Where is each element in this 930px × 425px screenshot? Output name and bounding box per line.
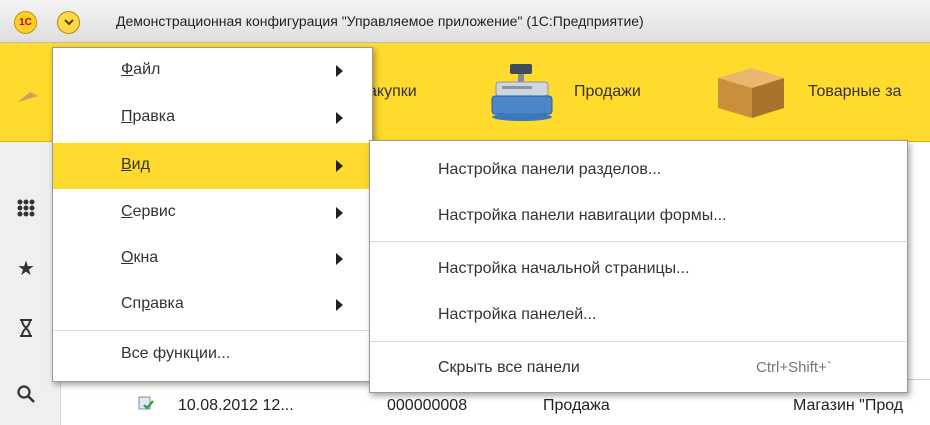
posted-document-icon: [138, 396, 154, 410]
app-logo-icon[interactable]: 1С: [14, 11, 37, 34]
submenu-arrow-icon: [336, 299, 343, 311]
row-operation: Продажа: [543, 397, 610, 414]
row-date: 10.08.2012 12...: [178, 397, 294, 414]
menu-item-help-label: авка: [150, 295, 184, 312]
submenu-arrow-icon: [336, 65, 343, 77]
submenu-separator: [370, 241, 907, 242]
section-label-sales: Продажи: [574, 83, 641, 100]
submenu-item-sections-panel[interactable]: Настройка панели разделов...: [370, 147, 907, 193]
title-bar: 1С Демонстрационная конфигурация "Управл…: [0, 0, 930, 43]
section-stock[interactable]: Товарные за: [712, 43, 901, 141]
main-menu-button[interactable]: [57, 11, 80, 34]
submenu-arrow-icon: [336, 253, 343, 265]
menu-item-service-label: ервис: [132, 203, 176, 220]
row-store: Магазин "Прод: [793, 397, 904, 414]
app-logo-text: 1С: [19, 17, 32, 28]
menu-item-windows-hotkey: О: [121, 249, 134, 266]
menu-item-all-functions-label: Все функции...: [121, 345, 231, 362]
menu-item-service-hotkey: С: [121, 203, 133, 220]
menu-item-edit[interactable]: Правка: [53, 95, 372, 141]
submenu-arrow-icon: [336, 112, 343, 124]
chevron-down-icon: [63, 19, 74, 26]
section-sales[interactable]: Продажи: [488, 43, 641, 141]
submenu-item-label: Настройка панели навигации формы...: [438, 207, 727, 224]
window-title: Демонстрационная конфигурация "Управляем…: [116, 13, 644, 29]
main-menu: Файл Правка Вид Сервис Окна Справка Все …: [52, 47, 373, 382]
purchases-icon: [18, 92, 38, 102]
menu-item-view-label: ид: [131, 156, 150, 173]
menu-item-view[interactable]: Вид: [53, 143, 372, 189]
menu-item-file[interactable]: Файл: [53, 48, 372, 94]
menu-item-file-hotkey: Ф: [121, 61, 134, 78]
menu-item-help-hotkey: р: [141, 295, 151, 312]
menu-item-service[interactable]: Сервис: [53, 190, 372, 236]
box-icon: [718, 68, 784, 118]
table-row[interactable]: 10.08.2012 12... 000000008 Продажа Магаз…: [100, 391, 930, 425]
submenu-item-label: Настройка панели разделов...: [438, 161, 662, 178]
submenu-item-hide-all-panels[interactable]: Скрыть все панели Ctrl+Shift+`: [370, 345, 907, 391]
search-icon[interactable]: [14, 382, 38, 406]
row-number: 000000008: [387, 397, 468, 414]
star-icon[interactable]: ★: [14, 256, 38, 280]
menu-item-edit-label: равка: [132, 108, 176, 125]
menu-item-help[interactable]: Справка: [53, 282, 372, 328]
submenu-arrow-icon: [336, 207, 343, 219]
grid-icon[interactable]: [14, 196, 38, 220]
section-label-purchases: акупки: [368, 83, 417, 100]
submenu-separator: [370, 341, 907, 342]
menu-separator: [53, 330, 372, 331]
submenu-arrow-icon: [336, 160, 343, 172]
section-label-stock: Товарные за: [808, 83, 902, 100]
menu-item-windows[interactable]: Окна: [53, 236, 372, 282]
submenu-item-label: Настройка панелей...: [438, 306, 597, 323]
view-submenu: Настройка панели разделов... Настройка п…: [369, 140, 908, 393]
menu-item-view-hotkey: В: [121, 156, 132, 173]
menu-item-windows-label: кна: [133, 249, 159, 266]
submenu-item-label: Настройка начальной страницы...: [438, 260, 690, 277]
submenu-item-form-navigation-panel[interactable]: Настройка панели навигации формы...: [370, 193, 907, 239]
submenu-item-panels[interactable]: Настройка панелей...: [370, 292, 907, 338]
history-icon[interactable]: [14, 316, 38, 340]
submenu-item-label: Скрыть все панели: [438, 359, 580, 376]
menu-item-all-functions[interactable]: Все функции...: [53, 335, 372, 381]
cash-register-icon: [491, 64, 553, 121]
menu-item-edit-hotkey: П: [121, 108, 133, 125]
submenu-item-shortcut: Ctrl+Shift+`: [756, 359, 832, 376]
submenu-item-start-page[interactable]: Настройка начальной страницы...: [370, 246, 907, 292]
menu-item-help-prefix: Сп: [121, 295, 142, 312]
menu-item-file-label: айл: [133, 61, 161, 78]
